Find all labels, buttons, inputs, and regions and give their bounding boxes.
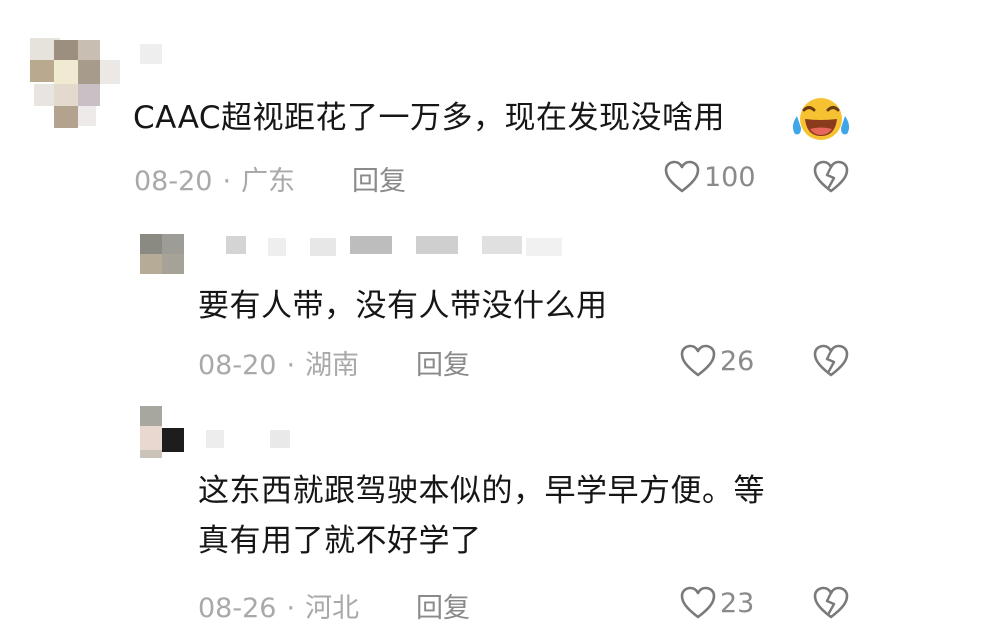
comment-text: CAAC超视距花了一万多，现在发现没啥用 (133, 100, 726, 136)
comment-text: 这东西就跟驾驶本似的，早学早方便。等 真有用了就不好学了 (198, 466, 765, 566)
comment-location: 湖南 (305, 350, 360, 381)
comment-text-line: 真有用了就不好学了 (198, 523, 482, 559)
comment-date: 08-20 (134, 166, 213, 197)
comment-text-line: 这东西就跟驾驶本似的，早学早方便。等 (198, 473, 765, 509)
comment-date: 08-26 (198, 593, 277, 624)
avatar[interactable] (140, 406, 184, 460)
reply-button[interactable]: 回复 (352, 159, 406, 198)
broken-heart-icon (812, 586, 850, 620)
comment-meta: 08-26 · 河北 (198, 586, 359, 625)
like-button[interactable]: 23 (680, 586, 754, 620)
separator: · (286, 350, 296, 381)
heart-outline-icon (680, 344, 716, 378)
laughing-crying-emoji-icon (792, 96, 850, 142)
reply-button[interactable]: 回复 (416, 343, 470, 382)
like-count: 26 (720, 345, 755, 377)
dislike-button[interactable] (812, 160, 850, 194)
comment-text: 要有人带，没有人带没什么用 (198, 288, 608, 324)
username[interactable] (206, 430, 296, 452)
comment-location: 广东 (241, 166, 296, 197)
like-count: 23 (720, 587, 755, 619)
dislike-button[interactable] (812, 344, 850, 378)
separator: · (222, 166, 232, 197)
like-button[interactable]: 26 (680, 344, 754, 378)
heart-outline-icon (664, 160, 700, 194)
username[interactable] (140, 44, 162, 64)
like-button[interactable]: 100 (664, 160, 756, 194)
comment-meta: 08-20 · 广东 (134, 159, 295, 198)
comment-location: 河北 (305, 593, 360, 624)
heart-outline-icon (680, 586, 716, 620)
broken-heart-icon (812, 160, 850, 194)
comment-date: 08-20 (198, 350, 277, 381)
comment-meta: 08-20 · 湖南 (198, 343, 359, 382)
like-count: 100 (704, 161, 756, 193)
reply-button[interactable]: 回复 (416, 586, 470, 625)
dislike-button[interactable] (812, 586, 850, 620)
broken-heart-icon (812, 344, 850, 378)
avatar[interactable] (30, 38, 120, 130)
avatar[interactable] (140, 234, 184, 274)
separator: · (286, 593, 296, 624)
username[interactable] (226, 236, 566, 258)
